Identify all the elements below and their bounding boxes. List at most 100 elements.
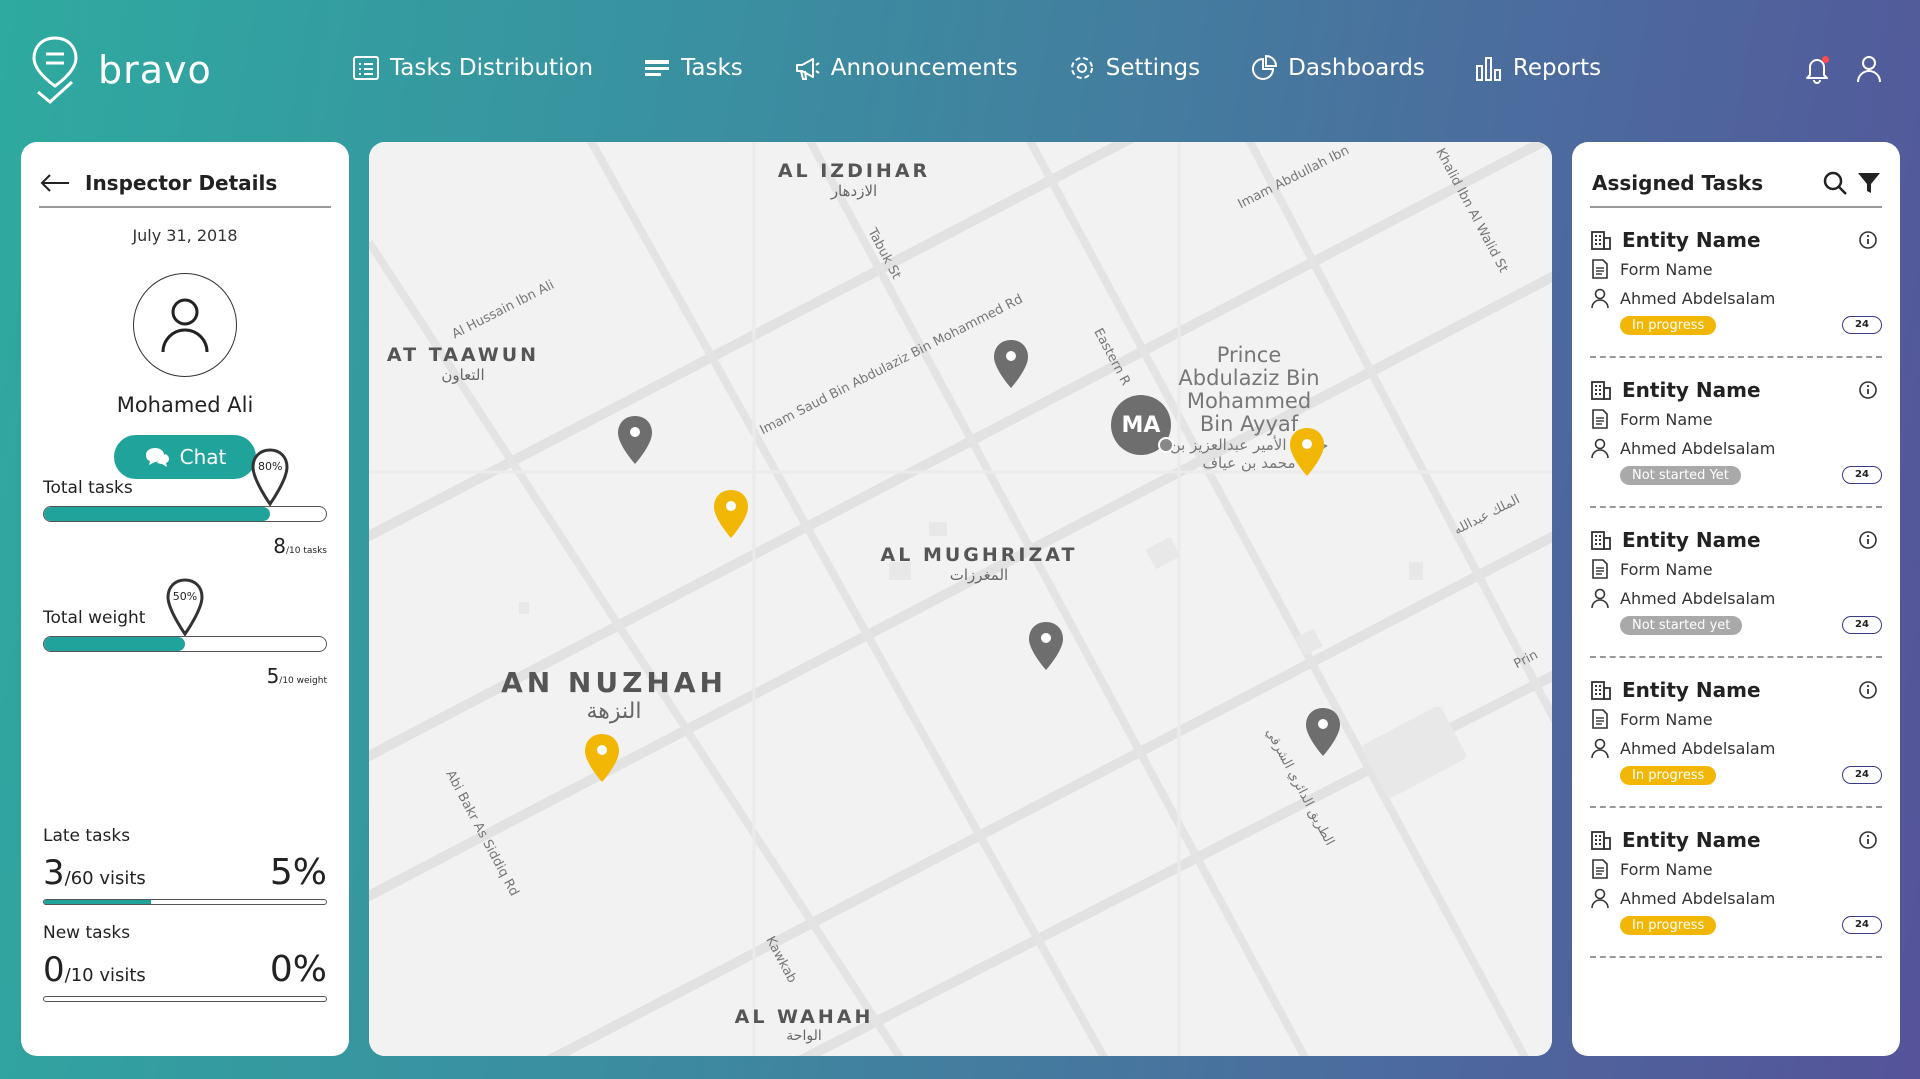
metric-new-tasks: New tasks 0/10 visits 0%	[43, 923, 327, 1002]
task-card[interactable]: Entity Name Form Name Ahmed Abdelsalam N…	[1590, 358, 1882, 508]
task-entity: Entity Name	[1590, 828, 1761, 852]
map-pin-icon	[1290, 428, 1324, 476]
district-label: AL MUGHRIZAT المغرزات	[879, 544, 1079, 584]
task-card[interactable]: Entity Name Form Name Ahmed Abdelsalam N…	[1590, 508, 1882, 658]
task-card[interactable]: Entity Name Form Name Ahmed Abdelsalam I…	[1590, 808, 1882, 958]
assignee-name: Ahmed Abdelsalam	[1620, 888, 1776, 908]
user-icon	[1591, 588, 1609, 609]
filter-icon[interactable]	[1856, 170, 1882, 196]
progress-fill	[44, 637, 185, 651]
map-pin[interactable]	[711, 488, 751, 540]
metric-count: 3/60 visits	[43, 853, 146, 893]
user-icon	[1591, 288, 1609, 309]
metric-label: Late tasks	[43, 826, 131, 846]
info-icon[interactable]	[1858, 680, 1878, 700]
progress-bar	[43, 506, 327, 522]
entity-name: Entity Name	[1622, 528, 1761, 552]
document-icon	[1592, 709, 1608, 729]
task-list: Entity Name Form Name Ahmed Abdelsalam I…	[1572, 208, 1900, 958]
metric-count: 8/10 tasks	[43, 534, 327, 558]
progress-pin-marker: 50%	[165, 578, 205, 637]
info-icon[interactable]	[1858, 230, 1878, 250]
metric-values: 0/10 visits 0%	[43, 949, 327, 990]
task-assignee: Ahmed Abdelsalam	[1590, 887, 1775, 909]
task-entity: Entity Name	[1590, 378, 1761, 402]
nav-reports[interactable]: Reports	[1475, 54, 1601, 82]
bar-chart-icon	[1475, 57, 1501, 81]
task-form: Form Name	[1590, 408, 1713, 430]
chat-button[interactable]: Chat	[114, 435, 256, 479]
inspector-location-marker[interactable]: MA	[1111, 395, 1174, 455]
task-assignee: Ahmed Abdelsalam	[1590, 737, 1775, 759]
user-icon	[1857, 56, 1881, 83]
notifications-button[interactable]	[1802, 54, 1832, 84]
map-pin[interactable]	[582, 732, 622, 784]
map-pin-icon	[714, 490, 748, 538]
search-icon[interactable]	[1822, 170, 1848, 196]
task-card[interactable]: Entity Name Form Name Ahmed Abdelsalam I…	[1590, 658, 1882, 808]
map-pin[interactable]	[1287, 426, 1327, 478]
count-value: 8	[273, 534, 287, 558]
count-badge: 24	[1842, 766, 1882, 784]
form-name: Form Name	[1620, 859, 1713, 879]
task-form: Form Name	[1590, 558, 1713, 580]
notification-dot	[1822, 56, 1829, 63]
metric-percent: 0%	[269, 949, 327, 990]
district-label: AL WAHAH الواحة	[729, 1006, 879, 1044]
info-icon[interactable]	[1858, 830, 1878, 850]
nav-dashboards[interactable]: Dashboards	[1250, 54, 1425, 82]
nav-tasks[interactable]: Tasks	[643, 54, 743, 82]
info-icon[interactable]	[1858, 380, 1878, 400]
count-value: 5	[266, 664, 280, 688]
nav-settings[interactable]: Settings	[1068, 54, 1200, 82]
count-value: 0	[43, 950, 65, 990]
entity-name: Entity Name	[1622, 678, 1761, 702]
assignee-name: Ahmed Abdelsalam	[1620, 738, 1776, 758]
nav-label: Tasks Distribution	[390, 55, 594, 81]
progress-bar	[43, 996, 327, 1002]
district-label: AL IZDIHAR الازدهار	[764, 160, 944, 200]
back-arrow-icon[interactable]	[39, 172, 71, 194]
form-name: Form Name	[1620, 259, 1713, 279]
district-name: AL IZDIHAR	[777, 160, 931, 182]
district-name: AT TAAWUN	[386, 344, 540, 366]
document-icon	[1592, 559, 1608, 579]
status-badge: Not started Yet	[1620, 466, 1741, 485]
map-pin-icon	[1029, 622, 1063, 670]
map-pin-icon	[994, 340, 1028, 388]
map-view[interactable]: AL IZDIHAR الازدهار AT TAAWUN التعاون AL…	[369, 142, 1552, 1056]
panel-tools	[1814, 170, 1882, 196]
assignee-name: Ahmed Abdelsalam	[1620, 288, 1776, 308]
map-pin[interactable]	[1026, 620, 1066, 672]
tasks-icon	[645, 60, 670, 76]
profile-button[interactable]	[1854, 54, 1884, 84]
document-icon	[1592, 409, 1608, 429]
logo[interactable]: bravo	[30, 34, 212, 106]
assigned-tasks-panel: Assigned Tasks Entity Name Form Name Ahm…	[1572, 142, 1900, 1056]
task-card[interactable]: Entity Name Form Name Ahmed Abdelsalam I…	[1590, 208, 1882, 358]
gear-icon	[1070, 57, 1093, 79]
nav-tasks-distribution[interactable]: Tasks Distribution	[352, 54, 593, 82]
entity-name: Entity Name	[1622, 228, 1761, 252]
list-icon	[353, 56, 379, 80]
map-pin[interactable]	[991, 338, 1031, 390]
task-form: Form Name	[1590, 258, 1713, 280]
map-pin[interactable]	[1303, 706, 1343, 758]
building-icon	[1591, 231, 1611, 250]
map-pin[interactable]	[615, 414, 655, 466]
status-badge: Not started yet	[1620, 616, 1743, 635]
task-assignee: Ahmed Abdelsalam	[1590, 287, 1775, 309]
metric-values: 3/60 visits 5%	[43, 852, 327, 893]
nav-label: Dashboards	[1288, 55, 1425, 81]
count-unit: /60 visits	[64, 868, 146, 889]
count-unit: /10 weight	[279, 676, 327, 686]
info-icon[interactable]	[1858, 530, 1878, 550]
district-name-ar: التعاون	[441, 366, 485, 384]
map-pin-icon	[251, 448, 289, 507]
form-name: Form Name	[1620, 709, 1713, 729]
task-assignee: Ahmed Abdelsalam	[1590, 587, 1775, 609]
megaphone-icon	[795, 58, 820, 80]
nav-announcements[interactable]: Announcements	[793, 54, 1018, 82]
chat-label: Chat	[179, 445, 227, 469]
count-unit: /10 visits	[64, 965, 146, 986]
